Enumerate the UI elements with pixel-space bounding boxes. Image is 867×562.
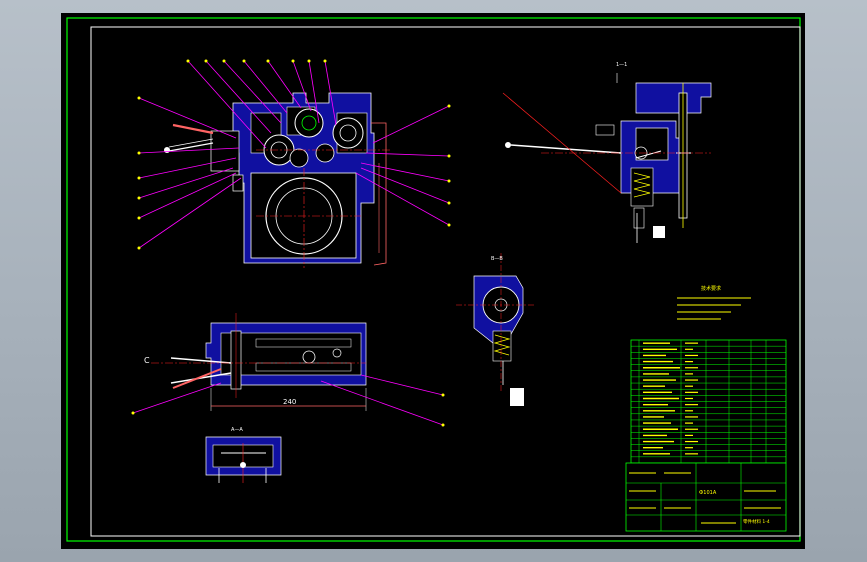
front-view	[137, 59, 451, 268]
svg-text:技术要求: 技术要求	[701, 285, 721, 292]
cad-viewport[interactable]: 1—1 B—B 240 C A—A 技术要求 Ф101A 零件材料 1-4	[61, 13, 805, 549]
svg-text:B—B: B—B	[491, 256, 503, 262]
assembly-drawing: 1—1 B—B 240 C A—A 技术要求 Ф101A 零件材料 1-4	[66, 17, 801, 542]
top-view: 240 C	[131, 313, 445, 427]
svg-text:1—1: 1—1	[616, 62, 627, 68]
gear-right	[332, 117, 364, 149]
svg-text:A—A: A—A	[231, 427, 243, 433]
svg-text:Ф101A: Ф101A	[699, 490, 717, 496]
section-aa-view: A—A	[205, 427, 282, 483]
title-block: Ф101A 零件材料 1-4	[625, 462, 787, 532]
svg-text:零件材料 1-4: 零件材料 1-4	[743, 518, 770, 525]
detail-view: B—B	[456, 253, 536, 406]
side-section-view: 1—1	[502, 62, 712, 243]
tech-requirements: 技术要求	[677, 285, 751, 320]
dimension-label: 240	[283, 398, 296, 406]
parts-list	[630, 339, 787, 464]
section-label-c: C	[144, 356, 150, 365]
